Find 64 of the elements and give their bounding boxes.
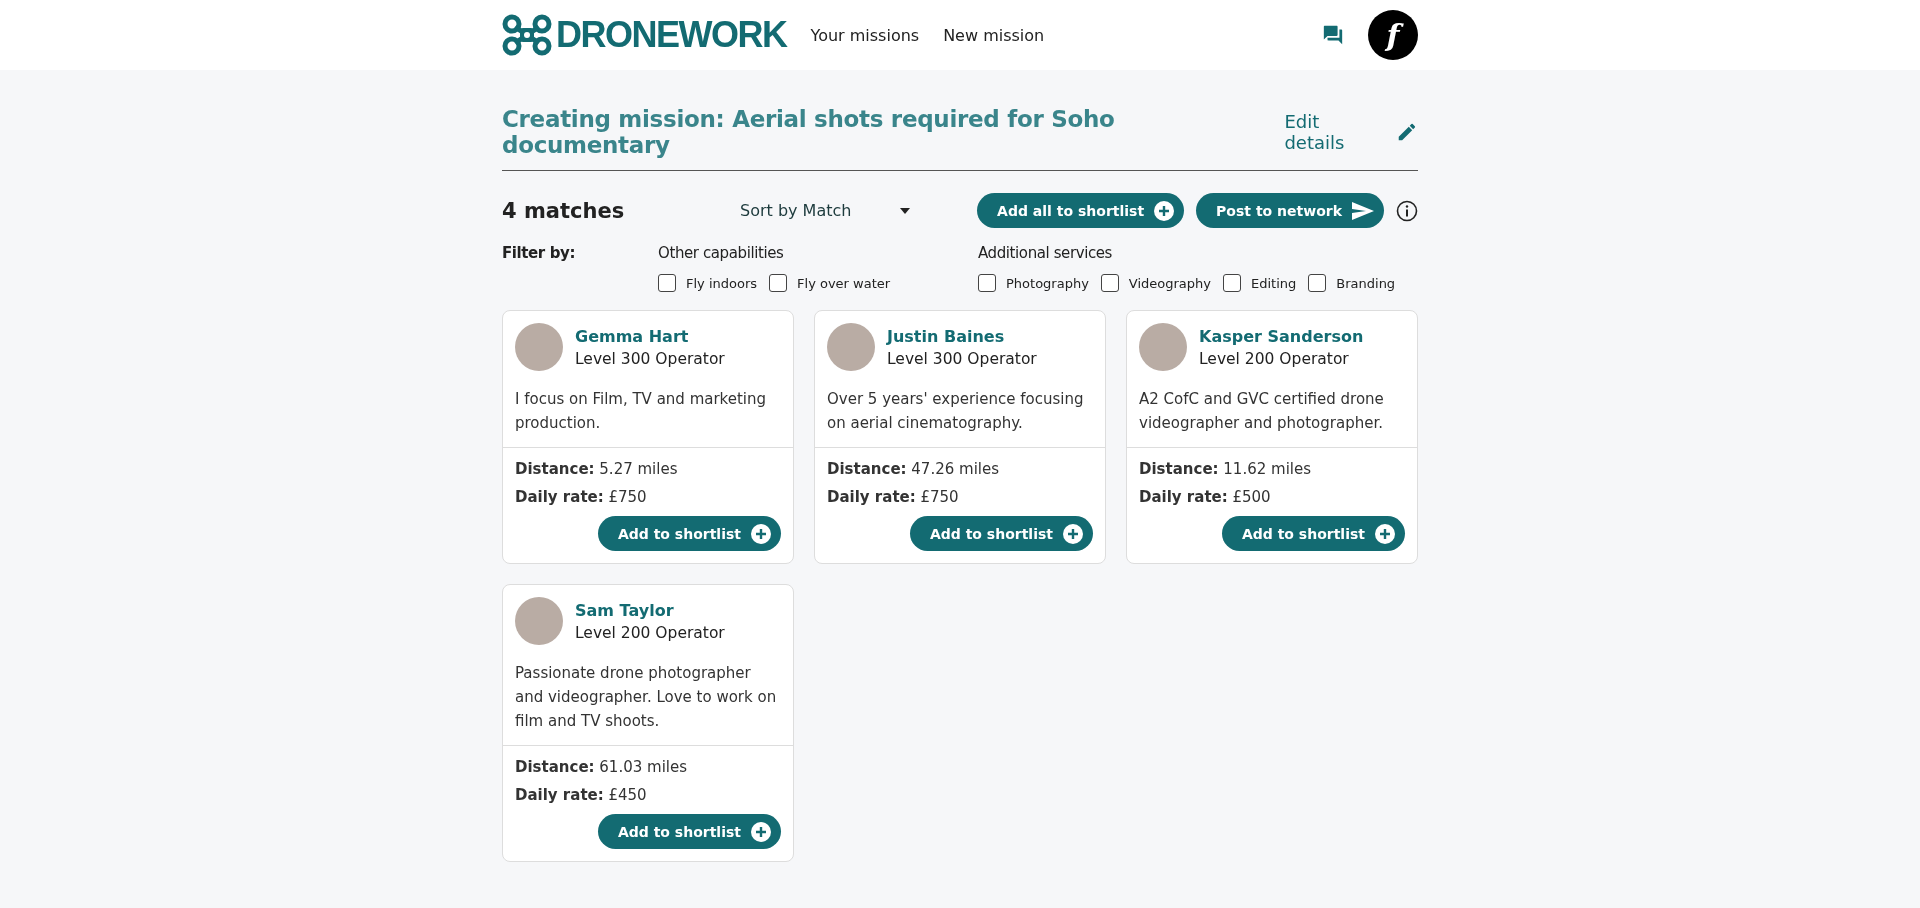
operator-level: Level 200 Operator	[1199, 349, 1350, 368]
operator-bio: Passionate drone photographer and videographer. Love to work on film and TV shoots.	[515, 663, 778, 732]
caret-icon	[900, 207, 910, 214]
operator-name[interactable]: Justin Baines	[887, 326, 1037, 346]
avatar-placeholder	[827, 323, 875, 371]
add-to-shortlist-button[interactable]: Add to shortlist	[1221, 516, 1405, 551]
add-to-shortlist-button[interactable]: Add to shortlist	[597, 516, 781, 551]
operator-name[interactable]: Gemma Hart	[575, 326, 725, 346]
filter-group-title: Other capabilities	[658, 244, 785, 262]
operator-bio: A2 CofC and GVC certified drone videographer and photographer.	[1139, 389, 1385, 434]
plus-circle-icon	[1375, 523, 1395, 544]
add-to-shortlist-button[interactable]: Add to shortlist	[909, 516, 1093, 551]
operator-level: Level 300 Operator	[575, 349, 725, 368]
checkbox-label: Fly indoors	[686, 275, 758, 291]
avatar-placeholder	[515, 323, 563, 371]
distance-text: Distance: 11.62 miles	[1139, 460, 1313, 478]
checkbox-label: Videography	[1128, 275, 1211, 291]
post-button[interactable]: Post to network	[1196, 193, 1384, 228]
operator-bio: I focus on Film, TV and marketing production.	[515, 389, 768, 434]
daily-rate-text: Daily rate: £450	[515, 786, 648, 804]
operator-level: Level 200 Operator	[575, 623, 725, 642]
drone-icon	[502, 14, 552, 56]
daily-rate-text: Daily rate: £750	[827, 488, 960, 506]
sort-dropdown[interactable]: Sort by Match	[740, 201, 910, 220]
avatar-placeholder	[1139, 323, 1187, 371]
avatar-placeholder	[515, 597, 563, 645]
checkbox-label: Fly over water	[797, 275, 891, 291]
filter-group-title: Additional services	[978, 244, 1113, 262]
checkbox[interactable]	[978, 274, 996, 292]
plus-circle-icon	[751, 821, 771, 842]
distance-text: Distance: 47.26 miles	[827, 460, 1001, 478]
checkbox-label: Photography	[1006, 275, 1089, 291]
distance-text: Distance: 5.27 miles	[515, 460, 679, 478]
plus-circle-icon	[1154, 200, 1175, 221]
send-icon	[1352, 201, 1374, 220]
checkbox[interactable]	[1223, 274, 1241, 292]
logo-text[interactable]: DRONEWORK	[556, 14, 787, 56]
checkbox[interactable]	[769, 274, 788, 292]
operator-name[interactable]: Sam Taylor	[575, 600, 725, 620]
checkbox[interactable]	[1100, 274, 1119, 292]
distance-text: Distance: 61.03 miles	[515, 758, 689, 776]
checkbox-label: Branding	[1336, 275, 1396, 291]
operator-name[interactable]: Kasper Sanderson	[1199, 326, 1364, 346]
checkbox[interactable]	[1308, 274, 1327, 292]
info-icon[interactable]	[1396, 199, 1418, 222]
daily-rate-text: Daily rate: £750	[515, 488, 648, 506]
operator-bio: Over 5 years' experience focusing on aerial cinematography.	[827, 389, 1085, 434]
plus-circle-icon	[751, 523, 771, 544]
filter-label: Filter by:	[502, 244, 576, 264]
add-to-shortlist-button[interactable]: Add to shortlist	[597, 814, 781, 849]
edit-details-link[interactable]: Edit details	[1284, 111, 1418, 153]
nav-link[interactable]: New mission	[943, 25, 1045, 45]
add-all-button[interactable]: Add all to shortlist	[977, 193, 1185, 228]
pencil-icon	[1396, 121, 1418, 143]
operator-level: Level 300 Operator	[887, 349, 1037, 368]
nav-link[interactable]: Your missions	[810, 25, 920, 45]
checkbox-label: Editing	[1251, 275, 1297, 291]
checkbox[interactable]	[658, 274, 676, 292]
daily-rate-text: Daily rate: £500	[1139, 488, 1272, 506]
plus-circle-icon	[1063, 523, 1083, 544]
user-avatar[interactable]: f	[1368, 10, 1418, 60]
match-count: 4 matches	[502, 198, 626, 223]
chat-icon[interactable]	[1322, 24, 1344, 46]
page-title: Creating mission: Aerial shots required for Soho documentary	[502, 106, 1116, 158]
